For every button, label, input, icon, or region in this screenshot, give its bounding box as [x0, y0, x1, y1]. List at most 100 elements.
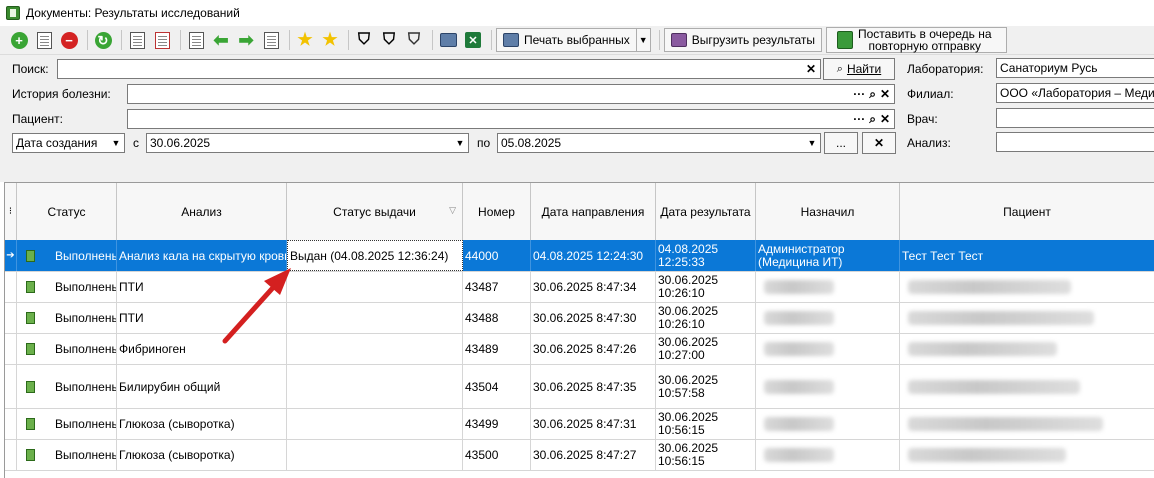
result-date-cell[interactable]: 30.06.2025 10:26:10	[656, 272, 756, 302]
result-date-cell[interactable]: 30.06.2025 10:56:15	[656, 440, 756, 470]
issue-status-cell[interactable]	[287, 272, 463, 302]
status-cell[interactable]: Выполнены	[17, 303, 117, 333]
patient-cell[interactable]	[900, 272, 1154, 302]
column-header-analysis[interactable]: Анализ	[117, 183, 287, 241]
filter-edit-icon[interactable]: ⛉	[378, 29, 400, 51]
column-header-issue-status[interactable]: Статус выдачи ▽	[287, 183, 463, 241]
analysis-cell[interactable]: Глюкоза (сыворотка)	[117, 409, 287, 439]
approve-document-icon[interactable]	[126, 29, 148, 51]
filter-icon[interactable]: ⛉	[353, 29, 375, 51]
sent-date-cell[interactable]: 30.06.2025 8:47:27	[531, 440, 656, 470]
clear-patient-icon[interactable]: ✕	[880, 112, 890, 126]
sent-date-cell[interactable]: 30.06.2025 8:47:31	[531, 409, 656, 439]
issue-status-cell[interactable]	[287, 440, 463, 470]
date-type-select[interactable]: Дата создания ▼	[12, 133, 125, 153]
sent-date-cell[interactable]: 30.06.2025 8:47:30	[531, 303, 656, 333]
copy-document-icon[interactable]	[185, 29, 207, 51]
column-header-result-date[interactable]: Дата результата	[656, 183, 756, 241]
column-header-patient[interactable]: Пациент	[900, 183, 1154, 241]
filter-clear-icon[interactable]: ⛉	[403, 29, 425, 51]
move-document-icon[interactable]	[260, 29, 282, 51]
refresh-icon[interactable]: ↻	[92, 29, 114, 51]
assigned-by-cell[interactable]	[756, 440, 900, 470]
patient-cell[interactable]: Тест Тест Тест	[900, 240, 1154, 271]
print-selected-button[interactable]: Печать выбранных	[496, 28, 637, 52]
star-add-icon[interactable]: ★	[294, 29, 316, 51]
analysis-cell[interactable]: ПТИ	[117, 272, 287, 302]
print-dropdown-arrow[interactable]: ▼	[636, 28, 651, 52]
analysis-cell[interactable]: ПТИ	[117, 303, 287, 333]
from-date-picker[interactable]: 30.06.2025 ▼	[146, 133, 469, 153]
clear-history-icon[interactable]: ✕	[880, 87, 890, 101]
sent-date-cell[interactable]: 04.08.2025 12:24:30	[531, 240, 656, 271]
sent-date-cell[interactable]: 30.06.2025 8:47:34	[531, 272, 656, 302]
sent-date-cell[interactable]: 30.06.2025 8:47:26	[531, 334, 656, 364]
table-row[interactable]: Выполнены Глюкоза (сыворотка) 43499 30.06.2…	[5, 409, 1154, 440]
analysis-field[interactable]	[996, 132, 1154, 152]
clear-period-button[interactable]: ✕	[862, 132, 896, 154]
search-input[interactable]: ✕	[57, 59, 821, 79]
table-row[interactable]: Выполнены Фибриноген 43489 30.06.2025 8:47:…	[5, 334, 1154, 365]
table-row[interactable]: Выполнены ПТИ 43487 30.06.2025 8:47:34 30.06…	[5, 272, 1154, 303]
number-cell[interactable]: 44000	[463, 240, 531, 271]
issue-status-cell[interactable]	[287, 409, 463, 439]
row-indicator-header[interactable]: ⁝	[5, 183, 17, 241]
issue-status-cell[interactable]	[287, 334, 463, 364]
assigned-by-cell[interactable]	[756, 303, 900, 333]
column-header-number[interactable]: Номер	[463, 183, 531, 241]
assigned-by-cell[interactable]	[756, 409, 900, 439]
status-cell[interactable]: Выполнены	[17, 440, 117, 470]
status-cell[interactable]: Выполнены	[17, 365, 117, 408]
find-button[interactable]: ⌕ Найти	[823, 58, 895, 80]
result-date-cell[interactable]: 30.06.2025 10:56:15	[656, 409, 756, 439]
column-header-sent-date[interactable]: Дата направления	[531, 183, 656, 241]
clear-search-icon[interactable]: ✕	[806, 62, 816, 76]
analysis-cell[interactable]: Глюкоза (сыворотка)	[117, 440, 287, 470]
arrow-right-icon[interactable]: ➡	[235, 29, 257, 51]
status-cell[interactable]: Выполнены	[17, 240, 117, 271]
doctor-field[interactable]	[996, 108, 1154, 128]
assigned-by-cell[interactable]	[756, 365, 900, 408]
filter-icon[interactable]: ▽	[449, 205, 456, 216]
number-cell[interactable]: 43499	[463, 409, 531, 439]
excel-icon[interactable]: ✕	[462, 29, 484, 51]
export-results-button[interactable]: Выгрузить результаты	[663, 28, 822, 52]
patient-field[interactable]: ··· ⌕ ✕	[127, 109, 895, 129]
status-cell[interactable]: Выполнены	[17, 334, 117, 364]
analysis-cell[interactable]: Фибриноген	[117, 334, 287, 364]
to-date-picker[interactable]: 05.08.2025 ▼	[497, 133, 821, 153]
status-cell[interactable]: Выполнены	[17, 409, 117, 439]
number-cell[interactable]: 43487	[463, 272, 531, 302]
table-row[interactable]: Выполнены ПТИ 43488 30.06.2025 8:47:30 30.06…	[5, 303, 1154, 334]
table-row[interactable]: ➔ Выполнены Анализ кала на скрытую кровь Вы…	[5, 240, 1154, 272]
column-header-status[interactable]: Статус	[17, 183, 117, 241]
result-date-cell[interactable]: 04.08.2025 12:25:33	[656, 240, 756, 271]
assigned-by-cell[interactable]	[756, 334, 900, 364]
number-cell[interactable]: 43489	[463, 334, 531, 364]
lab-field[interactable]: Санаториум Русь	[996, 58, 1154, 78]
table-row[interactable]: Выполнены Глюкоза (сыворотка) 43500 30.06.2…	[5, 440, 1154, 471]
search-icon[interactable]: ⌕	[869, 112, 876, 127]
ellipsis-icon[interactable]: ···	[853, 87, 865, 101]
result-date-cell[interactable]: 30.06.2025 10:27:00	[656, 334, 756, 364]
branch-field[interactable]: ООО «Лаборатория – Меди	[996, 83, 1154, 103]
number-cell[interactable]: 43488	[463, 303, 531, 333]
result-date-cell[interactable]: 30.06.2025 10:57:58	[656, 365, 756, 408]
issue-status-cell[interactable]	[287, 303, 463, 333]
search-icon[interactable]: ⌕	[869, 87, 876, 102]
result-date-cell[interactable]: 30.06.2025 10:26:10	[656, 303, 756, 333]
patient-cell[interactable]	[900, 409, 1154, 439]
add-icon[interactable]: +	[8, 29, 30, 51]
patient-cell[interactable]	[900, 440, 1154, 470]
queue-resend-button[interactable]: Поставить в очередь на повторную отправк…	[825, 27, 1007, 53]
reject-document-icon[interactable]	[151, 29, 173, 51]
patient-cell[interactable]	[900, 365, 1154, 408]
analysis-cell[interactable]: Билирубин общий	[117, 365, 287, 408]
delete-icon[interactable]: −	[58, 29, 80, 51]
number-cell[interactable]: 43500	[463, 440, 531, 470]
status-cell[interactable]: Выполнены	[17, 272, 117, 302]
history-field[interactable]: ··· ⌕ ✕	[127, 84, 895, 104]
patient-cell[interactable]	[900, 303, 1154, 333]
patient-cell[interactable]	[900, 334, 1154, 364]
sent-date-cell[interactable]: 30.06.2025 8:47:35	[531, 365, 656, 408]
